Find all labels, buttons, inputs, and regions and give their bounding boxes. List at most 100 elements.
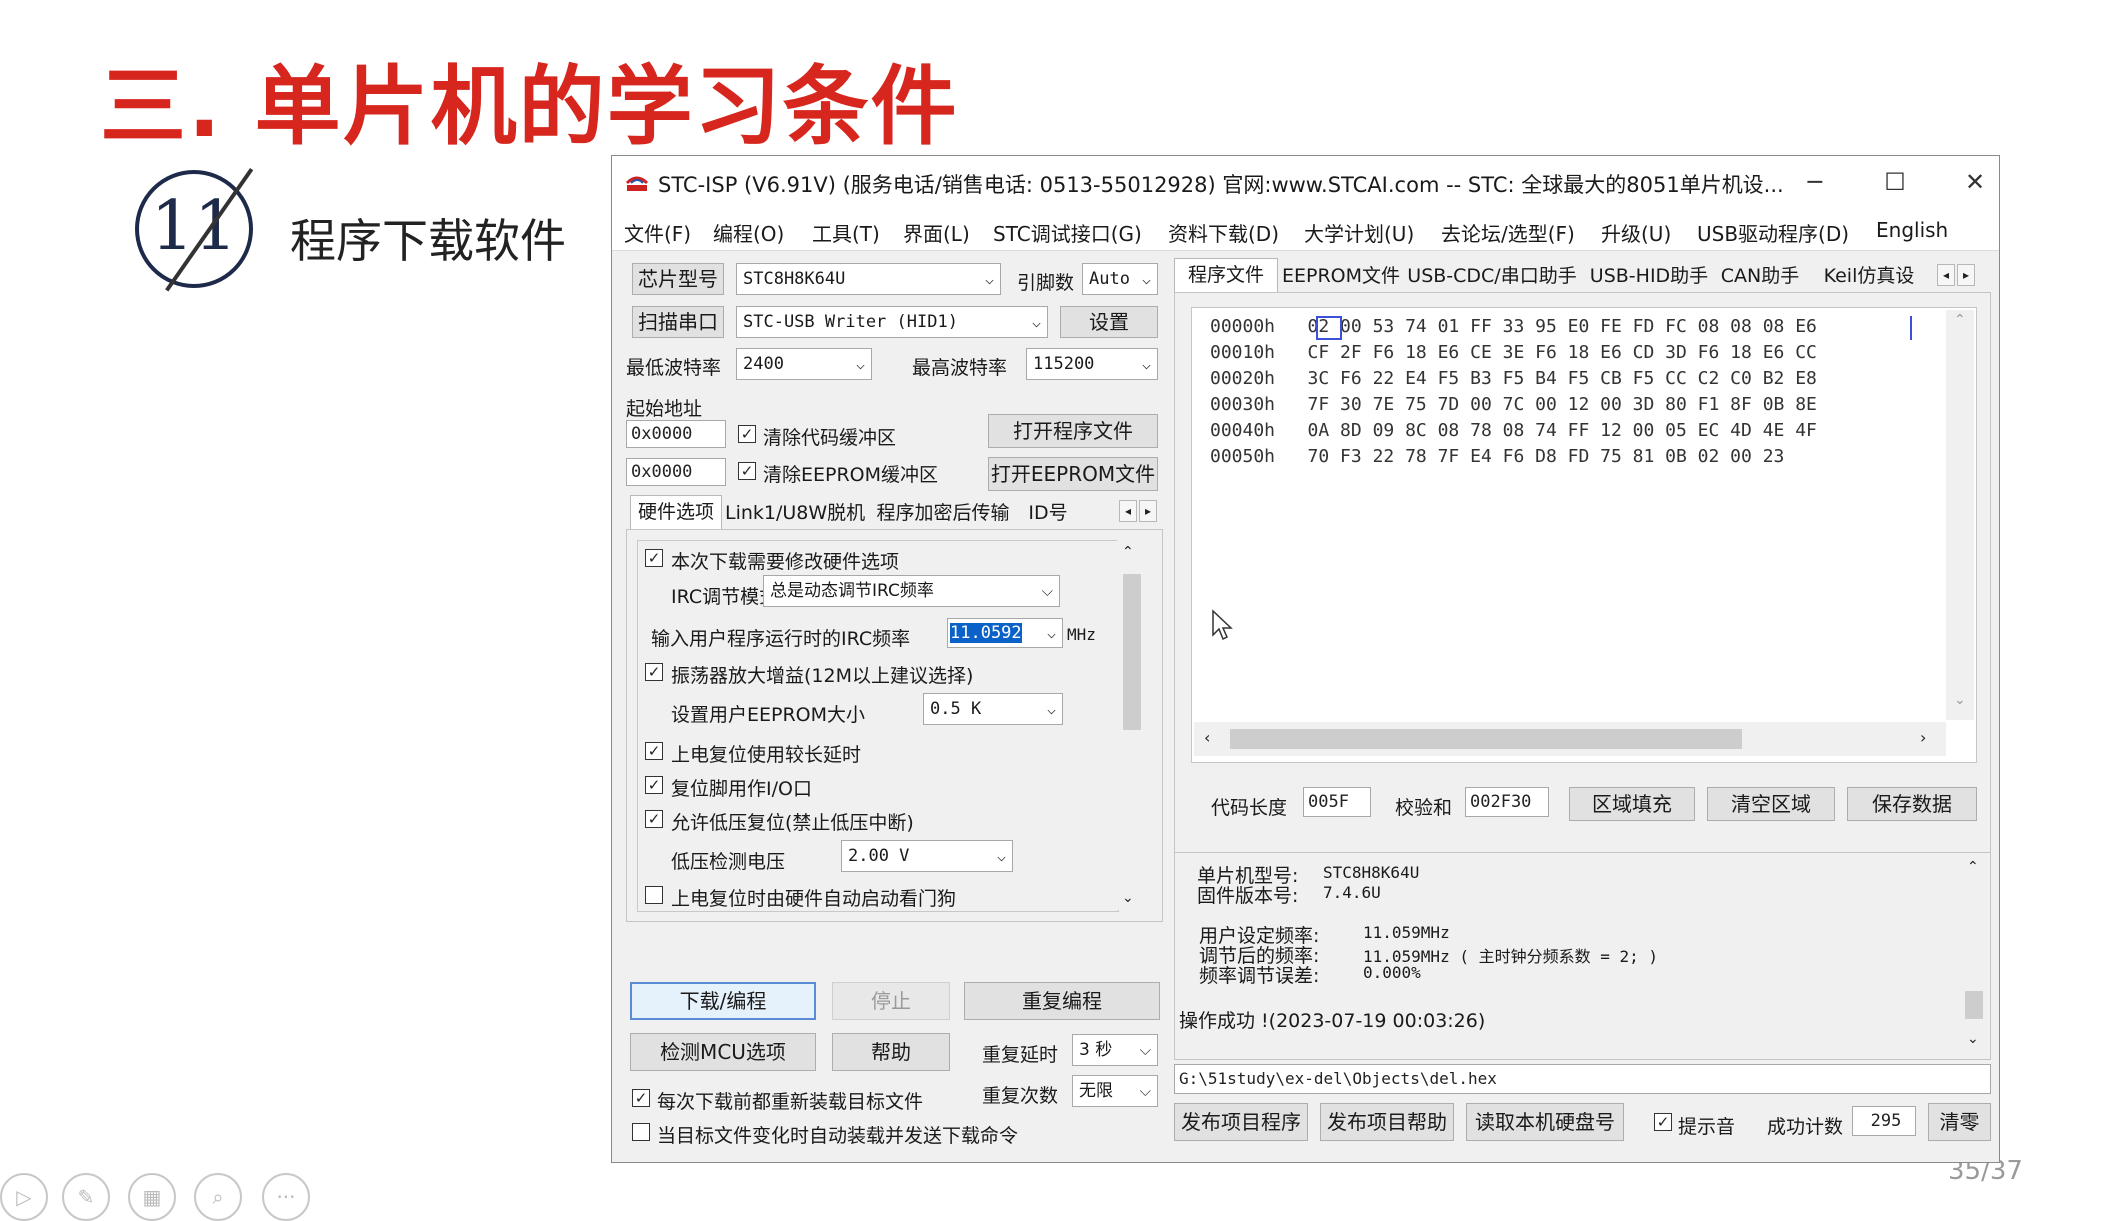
menu-download[interactable]: 资料下载(D) <box>1168 218 1279 247</box>
publish-program-button[interactable]: 发布项目程序 <box>1174 1103 1308 1141</box>
log-scroll-thumb[interactable] <box>1965 991 1983 1019</box>
hw-options-scrollbar[interactable]: ⌃ ⌄ <box>1117 540 1147 910</box>
tab-hardware-options[interactable]: 硬件选项 <box>630 495 722 529</box>
h-scroll-thumb[interactable] <box>1230 729 1742 749</box>
file-path-field[interactable]: G:\51study\ex-del\Objects\del.hex <box>1174 1064 1991 1094</box>
open-program-button[interactable]: 打开程序文件 <box>988 414 1158 448</box>
scroll-down-icon[interactable]: ⌄ <box>1954 692 1966 708</box>
slide-subtitle: 程序下载软件 <box>290 214 566 268</box>
help-button[interactable]: 帮助 <box>832 1033 950 1071</box>
fill-area-button[interactable]: 区域填充 <box>1569 787 1695 821</box>
min-baud-select[interactable]: 2400 ⌵ <box>736 348 872 380</box>
menu-university[interactable]: 大学计划(U) <box>1304 218 1414 247</box>
log-panel: 单片机型号: STC8H8K64U 固件版本号: 7.4.6U 用户设定频率: … <box>1174 852 1991 1060</box>
firmware-value: 7.4.6U <box>1323 883 1381 902</box>
clear-area-button[interactable]: 清空区域 <box>1707 787 1835 821</box>
auto-load-checkbox[interactable] <box>632 1123 650 1141</box>
reprogram-button[interactable]: 重复编程 <box>964 982 1160 1020</box>
reload-checkbox[interactable]: ✓ <box>632 1089 650 1107</box>
tab-program-file[interactable]: 程序文件 <box>1174 258 1278 292</box>
low-volt-reset-checkbox[interactable]: ✓ <box>645 810 663 828</box>
tab-encrypted-transfer[interactable]: 程序加密后传输 <box>866 497 1020 531</box>
port-select[interactable]: STC-USB Writer (HID1) ⌵ <box>736 306 1048 338</box>
play-icon[interactable]: ▷ <box>0 1173 48 1221</box>
menu-english[interactable]: English <box>1876 218 1948 242</box>
maximize-icon[interactable]: ☐ <box>1875 164 1915 200</box>
reset-io-checkbox[interactable]: ✓ <box>645 776 663 794</box>
menu-upgrade[interactable]: 升级(U) <box>1601 218 1671 247</box>
menu-file[interactable]: 文件(F) <box>624 218 691 247</box>
scan-port-button[interactable]: 扫描串口 <box>632 306 724 338</box>
modify-hw-checkbox[interactable]: ✓ <box>645 549 663 567</box>
irc-freq-input[interactable]: 11.0592 ⌵ <box>947 618 1063 648</box>
zoom-icon[interactable]: ⌕ <box>194 1173 242 1221</box>
hex-horizontal-scrollbar[interactable]: ‹ › <box>1194 722 1946 756</box>
read-disk-button[interactable]: 读取本机硬盘号 <box>1466 1103 1624 1141</box>
chevron-down-icon: ⌵ <box>1141 355 1151 373</box>
scroll-down-icon[interactable]: ⌄ <box>1967 1031 1979 1047</box>
settings-button[interactable]: 设置 <box>1060 306 1158 338</box>
scroll-left-icon[interactable]: ‹ <box>1204 728 1210 747</box>
stc-isp-window: STC-ISP (V6.91V) (服务电话/销售电话: 0513-550129… <box>611 155 2000 1163</box>
irc-mode-select[interactable]: 总是动态调节IRC频率 ⌵ <box>763 575 1060 607</box>
chevron-down-icon: ⌵ <box>855 355 865 373</box>
hex-vertical-scrollbar[interactable]: ⌃ ⌄ <box>1946 310 1974 720</box>
clear-code-checkbox[interactable]: ✓ <box>738 425 756 443</box>
chip-type-select[interactable]: STC8H8K64U ⌵ <box>736 263 1001 295</box>
low-volt-select[interactable]: 2.00 V ⌵ <box>841 840 1013 872</box>
scroll-up-icon[interactable]: ⌃ <box>1967 859 1979 875</box>
tab-can[interactable]: CAN助手 <box>1716 260 1804 294</box>
publish-help-button[interactable]: 发布项目帮助 <box>1320 1103 1454 1141</box>
max-baud-select[interactable]: 115200 ⌵ <box>1026 348 1158 380</box>
save-data-button[interactable]: 保存数据 <box>1847 787 1977 821</box>
tab-scroll-right-icon[interactable]: ▸ <box>1139 500 1157 522</box>
chip-type-button[interactable]: 芯片型号 <box>632 263 724 295</box>
scroll-up-icon[interactable]: ⌃ <box>1954 312 1966 328</box>
menu-program[interactable]: 编程(O) <box>713 218 784 247</box>
menu-forum[interactable]: 去论坛/选型(F) <box>1441 218 1575 247</box>
tab-keil[interactable]: Keil仿真设 <box>1808 260 1930 294</box>
scroll-thumb[interactable] <box>1123 574 1141 730</box>
tab-usb-cdc[interactable]: USB-CDC/串口助手 <box>1402 260 1582 294</box>
menu-tools[interactable]: 工具(T) <box>812 218 880 247</box>
menu-usb-driver[interactable]: USB驱动程序(D) <box>1697 218 1849 247</box>
clear-eeprom-checkbox[interactable]: ✓ <box>738 462 756 480</box>
eeprom-size-select[interactable]: 0.5 K ⌵ <box>923 693 1063 725</box>
close-icon[interactable]: ✕ <box>1955 164 1995 200</box>
scroll-up-icon[interactable]: ⌃ <box>1122 544 1134 560</box>
tab-id[interactable]: ID号 <box>1023 497 1073 531</box>
check-mcu-button[interactable]: 检测MCU选项 <box>630 1033 816 1071</box>
more-icon[interactable]: ··· <box>262 1173 310 1221</box>
start-addr-input-1[interactable]: 0x0000 <box>626 420 726 448</box>
hex-view[interactable]: 00000h 02 00 53 74 01 FF 33 95 E0 FE FD … <box>1191 307 1977 763</box>
tab-eeprom-file[interactable]: EEPROM文件 <box>1282 260 1400 294</box>
tab-link1[interactable]: Link1/U8W脱机 <box>725 497 865 531</box>
tab-usb-hid[interactable]: USB-HID助手 <box>1586 260 1712 294</box>
menu-interface[interactable]: 界面(L) <box>903 218 970 247</box>
scroll-down-icon[interactable]: ⌄ <box>1122 890 1134 906</box>
minimize-icon[interactable]: ─ <box>1795 164 1835 200</box>
osc-gain-label: 振荡器放大增益(12M以上建议选择) <box>671 665 974 687</box>
menu-debug[interactable]: STC调试接口(G) <box>993 218 1142 247</box>
sound-checkbox[interactable]: ✓ <box>1654 1113 1672 1131</box>
chevron-down-icon: ⌵ <box>1041 582 1053 600</box>
tab-scroll-right-icon[interactable]: ▸ <box>1957 264 1975 286</box>
repeat-count-select[interactable]: 无限 ⌵ <box>1072 1075 1158 1107</box>
clear-count-button[interactable]: 清零 <box>1928 1103 1991 1141</box>
scroll-right-icon[interactable]: › <box>1920 728 1926 747</box>
slides-icon[interactable]: ▦ <box>128 1173 176 1221</box>
long-delay-checkbox[interactable]: ✓ <box>645 742 663 760</box>
tab-scroll-left-icon[interactable]: ◂ <box>1937 264 1955 286</box>
watchdog-checkbox[interactable] <box>645 886 663 904</box>
clear-code-label: 清除代码缓冲区 <box>763 427 897 449</box>
repeat-delay-select[interactable]: 3 秒 ⌵ <box>1072 1034 1158 1066</box>
download-program-button[interactable]: 下载/编程 <box>630 982 816 1020</box>
pen-icon[interactable]: ✎ <box>62 1173 110 1221</box>
log-scrollbar[interactable]: ⌃ ⌄ <box>1961 857 1987 1053</box>
osc-gain-checkbox[interactable]: ✓ <box>645 663 663 681</box>
pins-select[interactable]: Auto ⌵ <box>1082 263 1158 295</box>
open-eeprom-button[interactable]: 打开EEPROM文件 <box>988 457 1158 491</box>
tab-scroll-left-icon[interactable]: ◂ <box>1119 500 1137 522</box>
stop-button[interactable]: 停止 <box>832 982 950 1020</box>
start-addr-input-2[interactable]: 0x0000 <box>626 458 726 486</box>
